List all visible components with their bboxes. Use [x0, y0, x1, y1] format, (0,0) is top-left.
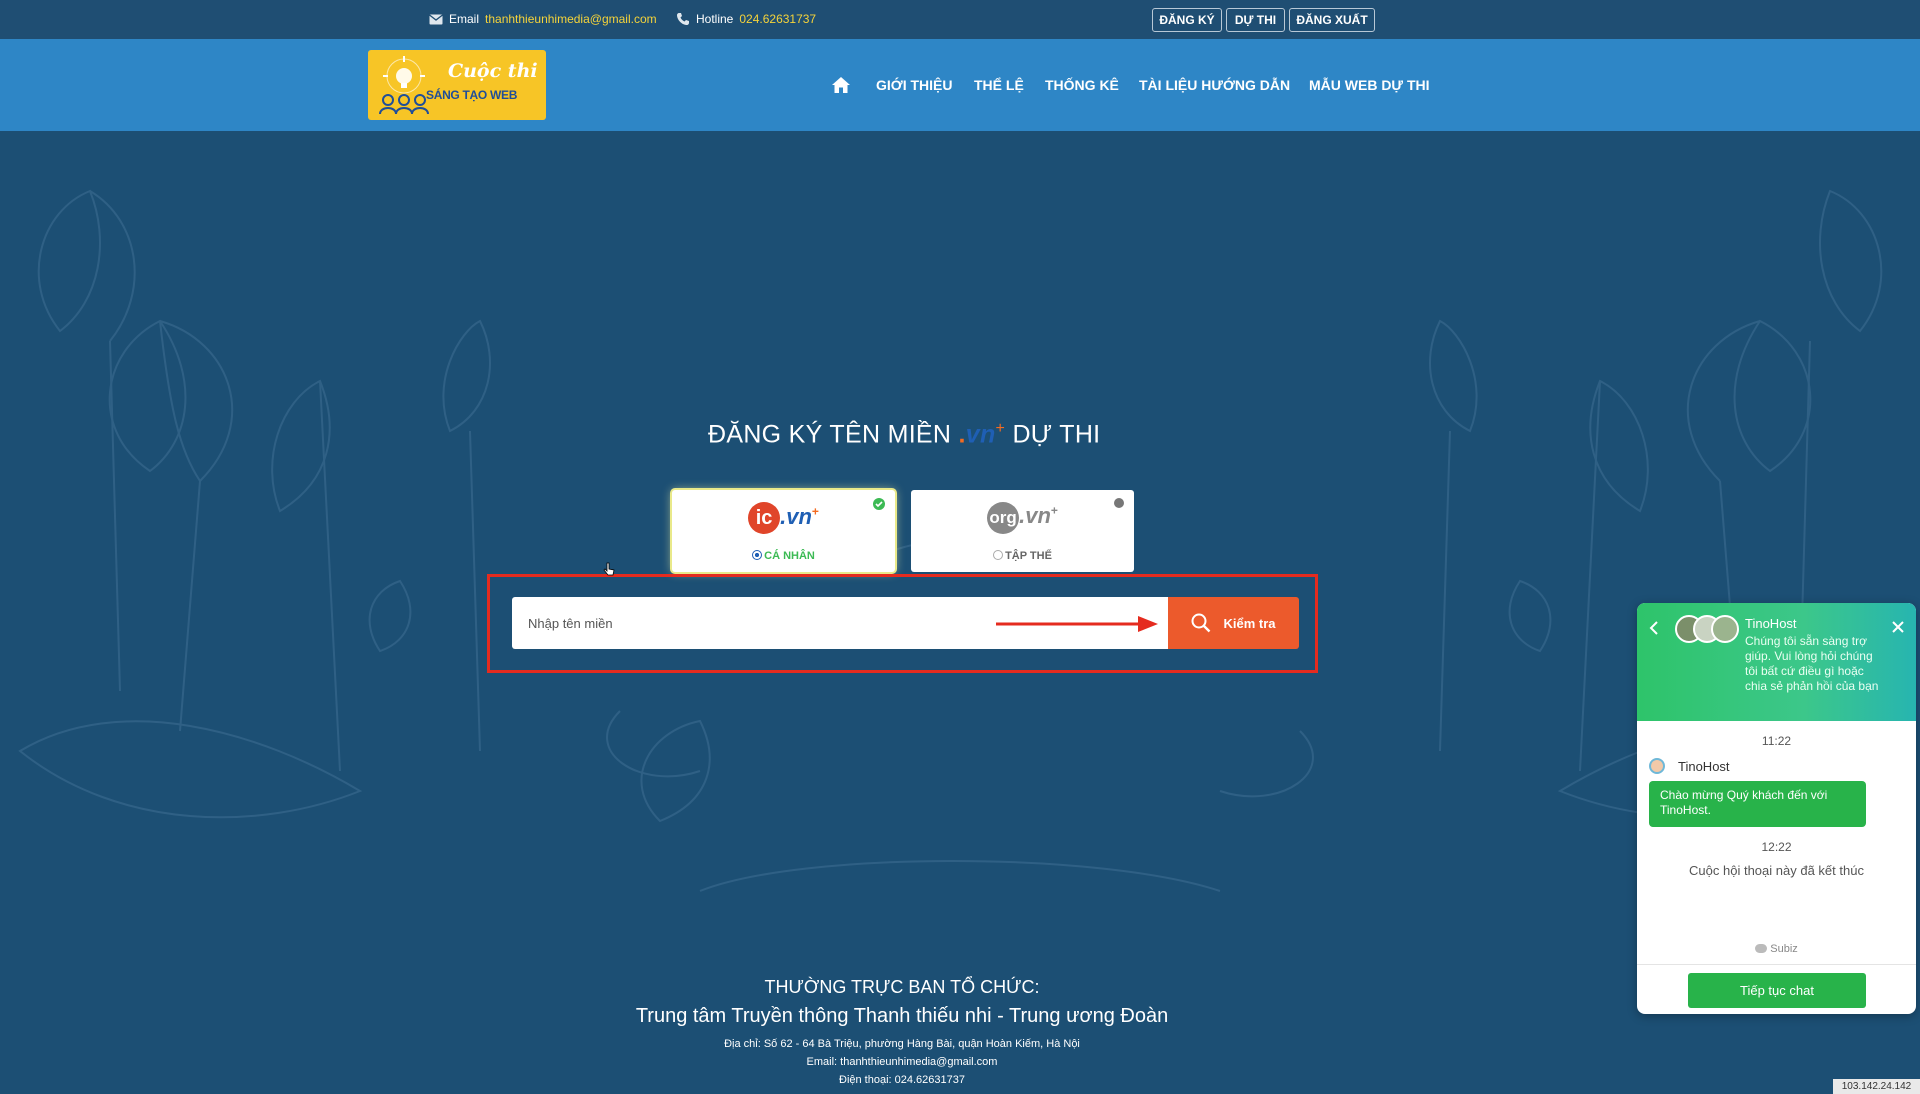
- footer-organization: Trung tâm Truyền thông Thanh thiếu nhi -…: [635, 1005, 1169, 1027]
- nav-guides[interactable]: TÀI LIỆU HƯỚNG DẪN: [1139, 77, 1290, 93]
- footer-address: Địa chỉ: Số 62 - 64 Bà Triệu, phường Hàn…: [724, 1038, 1080, 1050]
- nav-web-templates[interactable]: MẪU WEB DỰ THI: [1309, 77, 1430, 93]
- logo-line1: Cuộc thi: [448, 60, 538, 82]
- heading-plus: +: [995, 420, 1006, 437]
- envelope-icon: [429, 13, 443, 24]
- chat-header: TinoHost Chúng tôi sẵn sàng trợ giúp. Vu…: [1637, 603, 1916, 721]
- powered-by-label: Subiz: [1770, 943, 1798, 955]
- chat-message-bubble: Chào mừng Quý khách đến với TinoHost.: [1649, 781, 1866, 827]
- avatar: [1711, 615, 1739, 643]
- hotline-link[interactable]: 024.62631737: [739, 12, 816, 26]
- ic-badge: ic: [748, 502, 781, 534]
- main-header: Cuộc thi SÁNG TẠO WEB GIỚI THIỆU THỂ LỆ …: [0, 39, 1920, 131]
- phone-icon: [677, 13, 689, 25]
- chat-agent-name: TinoHost: [1678, 759, 1730, 774]
- email-contact: Email thanhthieunhimedia@gmail.com: [429, 12, 657, 26]
- email-label: Email: [449, 12, 480, 26]
- heading-dot: .: [958, 420, 966, 449]
- site-footer: THƯỜNG TRỰC BAN TỔ CHỨC: Trung tâm Truyề…: [0, 941, 1920, 1094]
- ip-badge: 103.142.24.142: [1833, 1079, 1920, 1094]
- org-plus: +: [1050, 503, 1058, 518]
- chevron-left-icon[interactable]: [1649, 621, 1659, 635]
- footer-phone: Điện thoại: 024.62631737: [839, 1074, 965, 1086]
- hotline-contact: Hotline 024.62631737: [676, 12, 816, 26]
- ic-vn-text: .vn: [780, 504, 812, 529]
- nav-statistics[interactable]: THỐNG KÊ: [1045, 77, 1119, 93]
- option-card-group[interactable]: org .vn+ TẬP THỂ: [911, 490, 1134, 572]
- subiz-icon: [1755, 944, 1768, 953]
- chat-subtitle: Chúng tôi sẵn sàng trợ giúp. Vui lòng hỏ…: [1745, 634, 1879, 693]
- email-link[interactable]: thanhthieunhimedia@gmail.com: [485, 12, 657, 26]
- check-domain-button[interactable]: Kiểm tra: [1168, 597, 1299, 649]
- nav-rules[interactable]: THỂ LỆ: [974, 77, 1024, 93]
- heading-suffix: DỰ THI: [1012, 420, 1101, 449]
- hotline-label: Hotline: [696, 12, 734, 26]
- hero-section: ĐĂNG KÝ TÊN MIỀN .vn+ DỰ THI ic .vn+ CÁ N…: [0, 131, 1920, 941]
- mouse-cursor-icon: [603, 562, 615, 576]
- search-icon: [1191, 613, 1211, 633]
- option-personal[interactable]: CÁ NHÂN: [672, 550, 895, 562]
- logout-button[interactable]: ĐĂNG XUẤT: [1289, 8, 1375, 32]
- heading-vn: vn: [965, 420, 996, 449]
- close-icon[interactable]: [1891, 620, 1905, 634]
- radio-personal-checked-icon[interactable]: [752, 550, 763, 560]
- check-domain-label: Kiểm tra: [1223, 615, 1276, 631]
- arrow-right-annotation-icon: [996, 616, 1158, 632]
- chat-time-2: 12:22: [1761, 840, 1792, 854]
- org-vn-brand: org .vn+: [911, 502, 1134, 534]
- chat-time-1: 11:22: [1761, 734, 1792, 748]
- chat-ended-notice: Cuộc hội thoại này đã kết thúc: [1689, 863, 1864, 878]
- option-personal-label: CÁ NHÂN: [764, 550, 815, 562]
- compete-button[interactable]: DỰ THI: [1226, 8, 1285, 32]
- chat-title: TinoHost: [1745, 616, 1797, 631]
- page-heading: ĐĂNG KÝ TÊN MIỀN .vn+ DỰ THI: [708, 420, 1100, 449]
- register-button[interactable]: ĐĂNG KÝ: [1152, 8, 1222, 32]
- home-icon[interactable]: [831, 76, 851, 94]
- nav-introduction[interactable]: GIỚI THIỆU: [876, 77, 953, 93]
- powered-by: Subiz: [1637, 943, 1916, 955]
- footer-email: Email: thanhthieunhimedia@gmail.com: [806, 1056, 998, 1068]
- footer-heading: THƯỜNG TRỰC BAN TỔ CHỨC:: [764, 977, 1040, 997]
- agent-avatar: [1649, 758, 1665, 774]
- site-logo[interactable]: Cuộc thi SÁNG TẠO WEB: [368, 50, 546, 120]
- option-card-personal[interactable]: ic .vn+ CÁ NHÂN: [672, 490, 895, 572]
- org-badge: org: [987, 502, 1020, 534]
- ic-vn-brand: ic .vn+: [672, 502, 895, 534]
- chat-divider: [1637, 964, 1916, 965]
- radio-group-unchecked-icon[interactable]: [993, 550, 1004, 560]
- chat-widget: TinoHost Chúng tôi sẵn sàng trợ giúp. Vu…: [1637, 603, 1916, 1014]
- heading-prefix: ĐĂNG KÝ TÊN MIỀN: [708, 420, 952, 449]
- logo-line2: SÁNG TẠO WEB: [426, 88, 518, 102]
- option-group[interactable]: TẬP THỂ: [911, 550, 1134, 562]
- continue-chat-button[interactable]: Tiếp tục chat: [1688, 973, 1866, 1008]
- lightbulb-icon: [379, 56, 429, 115]
- top-bar: Email thanhthieunhimedia@gmail.com Hotli…: [0, 0, 1920, 39]
- ic-plus: +: [811, 504, 819, 519]
- agent-avatars: [1675, 615, 1739, 643]
- org-vn-text: .vn: [1019, 503, 1051, 528]
- option-group-label: TẬP THỂ: [1005, 550, 1052, 562]
